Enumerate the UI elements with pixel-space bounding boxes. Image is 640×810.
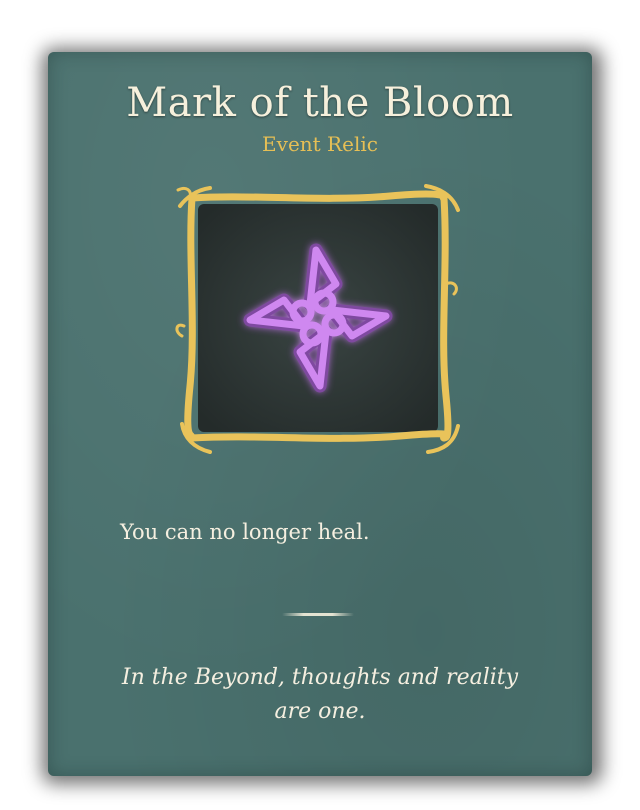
relic-art — [175, 184, 460, 454]
flavor-line-1: In the Beyond, thoughts and reality — [121, 665, 519, 690]
flavor-line-2: are one. — [274, 699, 366, 724]
relic-description: You can no longer heal. — [120, 520, 370, 544]
relic-card: Mark of the Bloom Event Relic You can no… — [48, 52, 592, 776]
relic-art-frame — [170, 176, 466, 460]
relic-rarity: Event Relic — [262, 132, 378, 156]
relic-tooltip-screen: Mark of the Bloom Event Relic You can no… — [0, 0, 640, 810]
relic-flavor-text: In the Beyond, thoughts and reality are … — [80, 661, 560, 729]
relic-title: Mark of the Bloom — [126, 80, 514, 126]
section-divider — [282, 613, 354, 616]
art-background — [198, 204, 438, 432]
